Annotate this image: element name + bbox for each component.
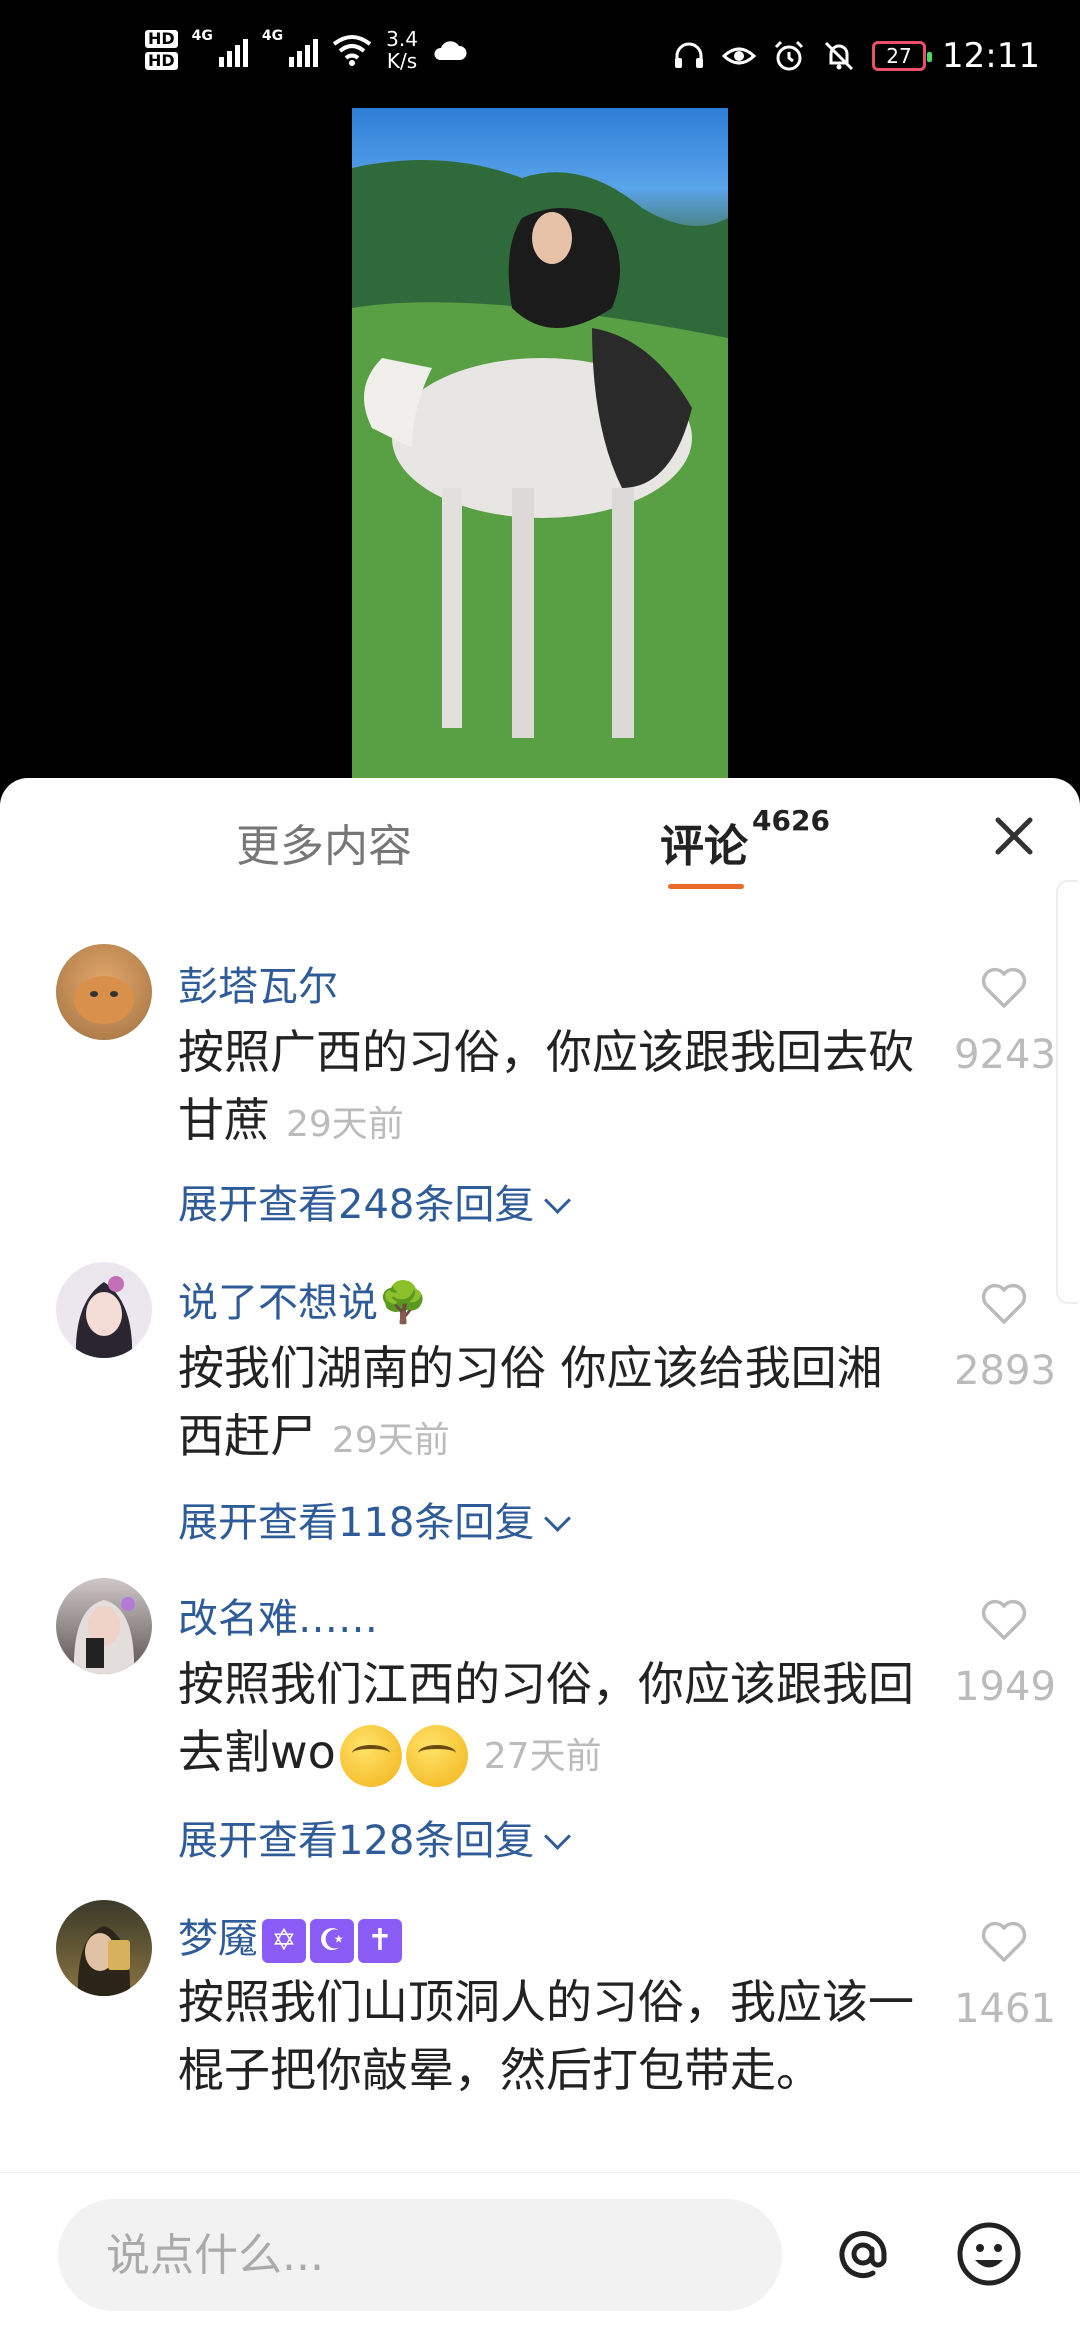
comment-text: 按照广西的习俗，你应该跟我回去砍甘蔗 29天前 [178, 1025, 914, 1147]
signal-icon [218, 33, 248, 67]
headset-icon [675, 42, 704, 68]
network-type-2: 4G [261, 28, 284, 44]
status-bar: HD HD 4G 4G 3.4 K/s 27 12:11 [0, 0, 1080, 110]
eye-icon [722, 47, 757, 65]
comment-text: 按照我们山顶洞人的习俗，我应该一棍子把你敲晕，然后打包带走。 [178, 1975, 914, 2097]
avatar[interactable] [56, 1262, 152, 1358]
network-type-1: 4G [191, 28, 213, 44]
battery-indicator: 27 [872, 41, 933, 71]
mute-bell-icon [824, 41, 854, 71]
heart-icon[interactable] [980, 966, 1028, 1010]
like-count: 1949 [954, 1664, 1056, 1710]
smug-emoji-icon [339, 1724, 402, 1787]
like-count: 2893 [954, 1348, 1056, 1394]
cloud-icon [434, 41, 467, 60]
cross-badge-icon: ✝ [358, 1919, 402, 1963]
star-crescent-badge-icon: ☪ [310, 1919, 354, 1963]
comments-panel [0, 778, 1080, 2340]
comment-author[interactable]: 梦魇 ✡ ☪ ✝ [178, 1906, 402, 1964]
comment-time: 29天前 [286, 1104, 404, 1145]
video-player[interactable] [352, 108, 728, 780]
comment-count: 4626 [752, 804, 830, 837]
mention-at-icon[interactable] [828, 2219, 898, 2289]
star-of-david-badge-icon: ✡ [262, 1919, 306, 1963]
video-frame-image [352, 160, 728, 780]
like-count: 1461 [954, 1986, 1056, 2032]
tab-more-content[interactable]: 更多内容 [236, 810, 412, 874]
avatar[interactable] [56, 944, 152, 1040]
chevron-down-icon [544, 1187, 572, 1214]
comment-time: 29天前 [332, 1420, 450, 1461]
avatar[interactable] [56, 1900, 152, 1996]
comment-text: 按我们湖南的习俗 你应该给我回湘西赶尸 29天前 [178, 1341, 883, 1463]
close-icon[interactable] [986, 808, 1042, 864]
chevron-down-icon [544, 1823, 572, 1850]
alarm-icon [774, 40, 804, 71]
chevron-down-icon [544, 1505, 572, 1532]
comment-text: 按照我们江西的习俗，你应该跟我回去割wo 27天前 [178, 1650, 918, 1791]
signal-icon [289, 33, 319, 67]
comment-time: 27天前 [483, 1736, 602, 1777]
expand-replies-button[interactable]: 展开查看118条回复 [178, 1490, 572, 1548]
hd-indicator: HD HD [145, 30, 178, 70]
comment-author[interactable]: 说了不想说🌳 [178, 1270, 428, 1328]
wifi-icon [332, 35, 372, 66]
comment-author[interactable]: 改名难…… [178, 1586, 378, 1644]
heart-icon[interactable] [980, 1598, 1028, 1642]
heart-icon[interactable] [980, 1920, 1028, 1964]
active-tab-indicator [668, 884, 744, 889]
smug-emoji-icon [405, 1724, 468, 1787]
scrollbar[interactable] [1056, 880, 1078, 1304]
comment-input[interactable] [58, 2199, 782, 2311]
tab-comments[interactable]: 评论4626 [660, 804, 830, 874]
comment-input-bar [0, 2172, 1080, 2341]
expand-replies-button[interactable]: 展开查看128条回复 [178, 1808, 572, 1866]
like-count: 9243 [954, 1032, 1056, 1078]
expand-replies-button[interactable]: 展开查看248条回复 [178, 1172, 572, 1230]
network-speed: 3.4 K/s [386, 27, 418, 73]
avatar[interactable] [56, 1578, 152, 1674]
tab-comments-label: 评论 [660, 821, 748, 872]
clock: 12:11 [942, 36, 1040, 76]
heart-icon[interactable] [980, 1282, 1028, 1326]
emoji-icon[interactable] [954, 2219, 1024, 2289]
comment-author[interactable]: 彭塔瓦尔 [178, 954, 338, 1012]
